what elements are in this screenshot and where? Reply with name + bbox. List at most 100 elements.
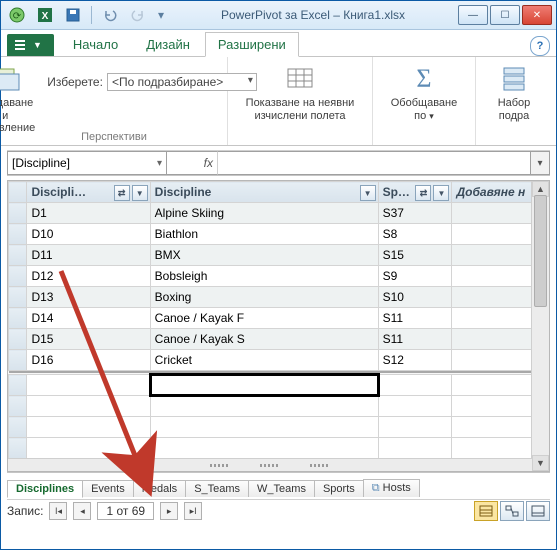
cell[interactable] [150, 438, 378, 459]
data-grid[interactable]: Discipli…⇄▼ Discipline▼ Sp…⇄▼ Добавяне н… [8, 181, 549, 459]
name-box[interactable]: [Discipline] [7, 151, 167, 175]
cell[interactable]: S8 [378, 224, 452, 245]
cell[interactable]: Canoe / Kayak S [150, 329, 378, 350]
cell[interactable]: S11 [378, 329, 452, 350]
cell[interactable] [27, 417, 150, 438]
cell[interactable]: Boxing [150, 287, 378, 308]
help-icon[interactable]: ? [530, 36, 550, 56]
scroll-down-icon[interactable]: ▼ [532, 455, 549, 471]
col-header-discipline[interactable]: Discipline▼ [150, 182, 378, 203]
cell[interactable]: D16 [27, 350, 150, 371]
filter-dropdown-icon[interactable]: ▼ [360, 185, 376, 201]
cell[interactable] [150, 417, 378, 438]
create-manage-button[interactable]: Създаване и управление [0, 61, 39, 137]
filter-dropdown-icon[interactable]: ▼ [132, 185, 148, 201]
data-view-button[interactable] [474, 501, 498, 521]
table-row[interactable]: D14 Canoe / Kayak F S11 [9, 308, 549, 329]
sheet-tab-events[interactable]: Events [82, 480, 134, 497]
nav-prev-icon[interactable]: ◂ [73, 502, 91, 520]
sheet-tab-hosts[interactable]: ⧉ Hosts [363, 479, 420, 497]
minimize-button[interactable]: — [458, 5, 488, 25]
cell[interactable]: D15 [27, 329, 150, 350]
table-row[interactable]: D16 Cricket S12 [9, 350, 549, 371]
nav-last-icon[interactable]: ▸I [184, 502, 202, 520]
summarize-by-button[interactable]: Σ Обобщаване по ▾ [387, 61, 461, 124]
row-header[interactable] [9, 396, 27, 417]
table-row[interactable]: D10 Biathlon S8 [9, 224, 549, 245]
sheet-tab-sports[interactable]: Sports [314, 480, 364, 497]
row-header[interactable] [9, 245, 27, 266]
cell[interactable]: D13 [27, 287, 150, 308]
row-header[interactable] [9, 308, 27, 329]
row-header[interactable] [9, 438, 27, 459]
cell[interactable] [27, 375, 150, 396]
sheet-tab-disciplines[interactable]: Disciplines [7, 480, 83, 498]
row-header[interactable] [9, 224, 27, 245]
cell[interactable]: D10 [27, 224, 150, 245]
maximize-button[interactable]: ☐ [490, 5, 520, 25]
table-row[interactable] [9, 438, 549, 459]
qat-customize-icon[interactable]: ▾ [154, 3, 168, 27]
sheet-tab-s_teams[interactable]: S_Teams [185, 480, 249, 497]
cell[interactable]: D1 [27, 203, 150, 224]
cell[interactable] [150, 396, 378, 417]
fx-label[interactable]: fx [167, 151, 218, 175]
table-row[interactable]: D12 Bobsleigh S9 [9, 266, 549, 287]
row-header[interactable] [9, 203, 27, 224]
cell[interactable]: Cricket [150, 350, 378, 371]
filter-dropdown-icon[interactable]: ▼ [433, 185, 449, 201]
cell[interactable] [27, 396, 150, 417]
app-icon[interactable]: ⟳ [5, 3, 29, 27]
sheet-tab-w_teams[interactable]: W_Teams [248, 480, 315, 497]
cell[interactable]: D12 [27, 266, 150, 287]
record-position[interactable]: 1 от 69 [97, 502, 154, 520]
cell[interactable] [378, 396, 452, 417]
save-icon[interactable] [61, 3, 85, 27]
row-header[interactable] [9, 350, 27, 371]
default-field-set-button[interactable]: Набор подра [494, 61, 535, 124]
redo-icon[interactable] [126, 3, 150, 27]
scroll-thumb[interactable] [534, 195, 547, 307]
undo-icon[interactable] [98, 3, 122, 27]
cell[interactable]: S37 [378, 203, 452, 224]
cell[interactable]: D14 [27, 308, 150, 329]
cell[interactable] [378, 438, 452, 459]
cell[interactable] [378, 417, 452, 438]
relationship-icon[interactable]: ⇄ [114, 185, 130, 201]
cell[interactable]: Alpine Skiing [150, 203, 378, 224]
table-row[interactable]: D13 Boxing S10 [9, 287, 549, 308]
diagram-view-button[interactable] [500, 501, 524, 521]
tab-advanced[interactable]: Разширени [205, 32, 299, 57]
cell[interactable] [378, 375, 452, 396]
file-tab[interactable]: ▼ [7, 34, 54, 56]
table-row[interactable]: D15 Canoe / Kayak S S11 [9, 329, 549, 350]
nav-next-icon[interactable]: ▸ [160, 502, 178, 520]
row-header[interactable] [9, 417, 27, 438]
row-header[interactable] [9, 287, 27, 308]
formula-input[interactable] [218, 151, 531, 175]
table-row[interactable] [9, 396, 549, 417]
vertical-scrollbar[interactable]: ▲ ▼ [531, 181, 549, 471]
show-implicit-button[interactable]: Показване на неявни изчислени полета [242, 61, 359, 124]
select-all-header[interactable] [9, 182, 27, 203]
cell[interactable]: D11 [27, 245, 150, 266]
cell[interactable]: S10 [378, 287, 452, 308]
relationship-icon[interactable]: ⇄ [415, 185, 431, 201]
tab-design[interactable]: Дизайн [133, 32, 203, 56]
row-header[interactable] [9, 375, 27, 396]
table-row[interactable] [9, 375, 549, 396]
cell[interactable]: S9 [378, 266, 452, 287]
col-header-sport[interactable]: Sp…⇄▼ [378, 182, 452, 203]
cell[interactable]: Bobsleigh [150, 266, 378, 287]
cell[interactable]: BMX [150, 245, 378, 266]
table-row[interactable]: D1 Alpine Skiing S37 [9, 203, 549, 224]
close-button[interactable]: ✕ [522, 5, 552, 25]
col-header-disciplineid[interactable]: Discipli…⇄▼ [27, 182, 150, 203]
nav-first-icon[interactable]: I◂ [49, 502, 67, 520]
row-header[interactable] [9, 266, 27, 287]
table-row[interactable]: D11 BMX S15 [9, 245, 549, 266]
calc-area-button[interactable] [526, 501, 550, 521]
cell[interactable]: S11 [378, 308, 452, 329]
selected-cell[interactable] [150, 375, 378, 396]
row-header[interactable] [9, 329, 27, 350]
